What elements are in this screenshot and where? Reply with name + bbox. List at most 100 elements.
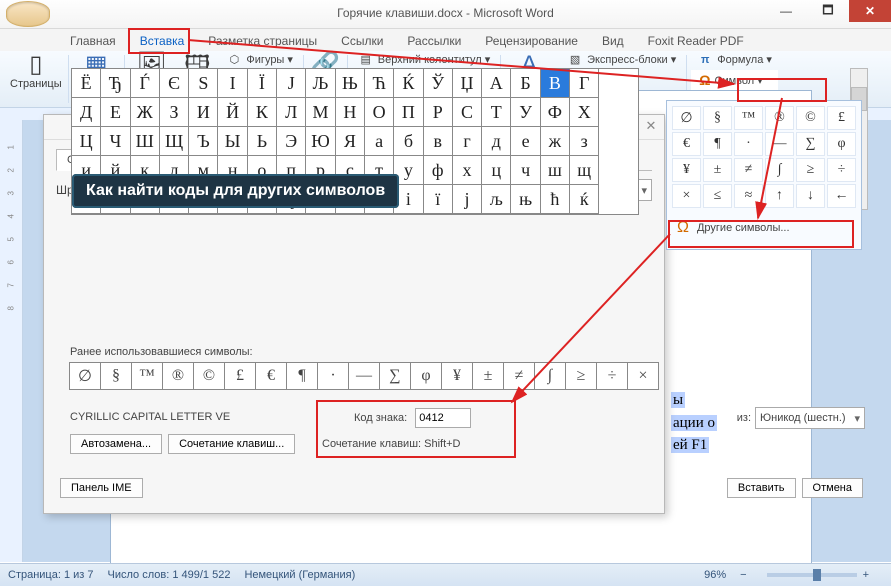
char-cell[interactable]: а: [364, 126, 394, 156]
char-cell[interactable]: Ї: [247, 68, 277, 98]
recent-cell[interactable]: ¶: [286, 362, 318, 390]
office-button[interactable]: [6, 1, 50, 27]
char-cell[interactable]: ш: [540, 155, 570, 185]
zoom-slider[interactable]: [767, 573, 857, 577]
char-cell[interactable]: у: [393, 155, 423, 185]
zoom-value[interactable]: 96%: [704, 569, 726, 581]
flyout-cell[interactable]: ↓: [796, 184, 825, 208]
flyout-cell[interactable]: ®: [765, 106, 794, 130]
char-cell[interactable]: Ѕ: [188, 68, 218, 98]
cancel-button[interactable]: Отмена: [802, 478, 863, 498]
char-cell[interactable]: Ф: [540, 97, 570, 127]
equation-button[interactable]: πФормула ▾: [691, 51, 778, 68]
recent-cell[interactable]: ·: [317, 362, 349, 390]
char-cell[interactable]: э: [159, 184, 189, 214]
char-cell[interactable]: т: [364, 155, 394, 185]
char-cell[interactable]: Ў: [423, 68, 453, 98]
panel-ime-button[interactable]: Панель IME: [60, 478, 143, 498]
char-cell[interactable]: х: [452, 155, 482, 185]
char-cell[interactable]: ф: [423, 155, 453, 185]
char-cell[interactable]: Ё: [71, 68, 101, 98]
tab-layout[interactable]: Разметка страницы: [196, 31, 329, 51]
char-cell[interactable]: У: [510, 97, 540, 127]
group-pages[interactable]: ▯ Страницы: [4, 51, 68, 107]
char-cell[interactable]: Б: [510, 68, 540, 98]
char-cell[interactable]: Е: [100, 97, 130, 127]
maximize-button[interactable]: 🗖: [807, 0, 849, 22]
char-cell[interactable]: Ј: [276, 68, 306, 98]
recent-cell[interactable]: ∫: [534, 362, 566, 390]
char-cell[interactable]: С: [452, 97, 482, 127]
char-cell[interactable]: Ќ: [393, 68, 423, 98]
char-cell[interactable]: м: [188, 155, 218, 185]
char-cell[interactable]: е: [510, 126, 540, 156]
status-words[interactable]: Число слов: 1 499/1 522: [108, 569, 231, 581]
char-cell[interactable]: А: [481, 68, 511, 98]
char-cell[interactable]: І: [217, 68, 247, 98]
char-cell[interactable]: ќ: [569, 184, 599, 214]
shapes-button[interactable]: ⬡Фигуры ▾: [220, 51, 299, 68]
char-cell[interactable]: п: [276, 155, 306, 185]
char-cell[interactable]: В: [540, 68, 570, 98]
char-cell[interactable]: ю: [188, 184, 218, 214]
char-cell[interactable]: Щ: [159, 126, 189, 156]
flyout-cell[interactable]: ©: [796, 106, 825, 130]
char-cell[interactable]: ћ: [540, 184, 570, 214]
char-cell[interactable]: я: [217, 184, 247, 214]
status-lang[interactable]: Немецкий (Германия): [244, 569, 355, 581]
char-cell[interactable]: в: [423, 126, 453, 156]
char-cell[interactable]: Т: [481, 97, 511, 127]
char-cell[interactable]: ђ: [276, 184, 306, 214]
zoom-in-button[interactable]: +: [863, 569, 869, 581]
char-cell[interactable]: Л: [276, 97, 306, 127]
char-cell[interactable]: З: [159, 97, 189, 127]
char-cell[interactable]: Ж: [130, 97, 160, 127]
char-cell[interactable]: Ш: [130, 126, 160, 156]
char-cell[interactable]: з: [569, 126, 599, 156]
recent-cell[interactable]: €: [255, 362, 287, 390]
char-cell[interactable]: л: [159, 155, 189, 185]
flyout-cell[interactable]: ∑: [796, 132, 825, 156]
flyout-cell[interactable]: £: [827, 106, 856, 130]
flyout-cell[interactable]: ≤: [703, 184, 732, 208]
recent-cell[interactable]: §: [100, 362, 132, 390]
recent-cell[interactable]: ∑: [379, 362, 411, 390]
char-cell[interactable]: ж: [540, 126, 570, 156]
char-cell[interactable]: б: [393, 126, 423, 156]
status-page[interactable]: Страница: 1 из 7: [8, 569, 94, 581]
recent-cell[interactable]: ¥: [441, 362, 473, 390]
char-cell[interactable]: Г: [569, 68, 599, 98]
flyout-cell[interactable]: ≈: [734, 184, 763, 208]
tab-review[interactable]: Рецензирование: [473, 31, 590, 51]
flyout-cell[interactable]: ↑: [765, 184, 794, 208]
recent-cell[interactable]: ±: [472, 362, 504, 390]
recent-cell[interactable]: ∅: [69, 362, 101, 390]
recent-cell[interactable]: —: [348, 362, 380, 390]
char-cell[interactable]: ё: [247, 184, 277, 214]
code-input[interactable]: [415, 408, 471, 428]
tab-mailings[interactable]: Рассылки: [395, 31, 473, 51]
char-cell[interactable]: к: [130, 155, 160, 185]
flyout-cell[interactable]: ÷: [827, 158, 856, 182]
char-cell[interactable]: Э: [276, 126, 306, 156]
char-cell[interactable]: ї: [423, 184, 453, 214]
char-cell[interactable]: љ: [481, 184, 511, 214]
flyout-cell[interactable]: ¶: [703, 132, 732, 156]
zoom-out-button[interactable]: −: [740, 569, 746, 581]
char-cell[interactable]: Ц: [71, 126, 101, 156]
recent-cell[interactable]: ≠: [503, 362, 535, 390]
recent-cell[interactable]: ≥: [565, 362, 597, 390]
char-cell[interactable]: К: [247, 97, 277, 127]
char-cell[interactable]: М: [305, 97, 335, 127]
char-cell[interactable]: Ю: [305, 126, 335, 156]
char-cell[interactable]: с: [335, 155, 365, 185]
char-cell[interactable]: ѕ: [364, 184, 394, 214]
char-cell[interactable]: Њ: [335, 68, 365, 98]
char-cell[interactable]: И: [188, 97, 218, 127]
tab-references[interactable]: Ссылки: [329, 31, 395, 51]
flyout-cell[interactable]: ∫: [765, 158, 794, 182]
char-cell[interactable]: Ч: [100, 126, 130, 156]
char-cell[interactable]: ѓ: [305, 184, 335, 214]
char-cell[interactable]: ч: [510, 155, 540, 185]
zoom-thumb[interactable]: [813, 569, 821, 581]
